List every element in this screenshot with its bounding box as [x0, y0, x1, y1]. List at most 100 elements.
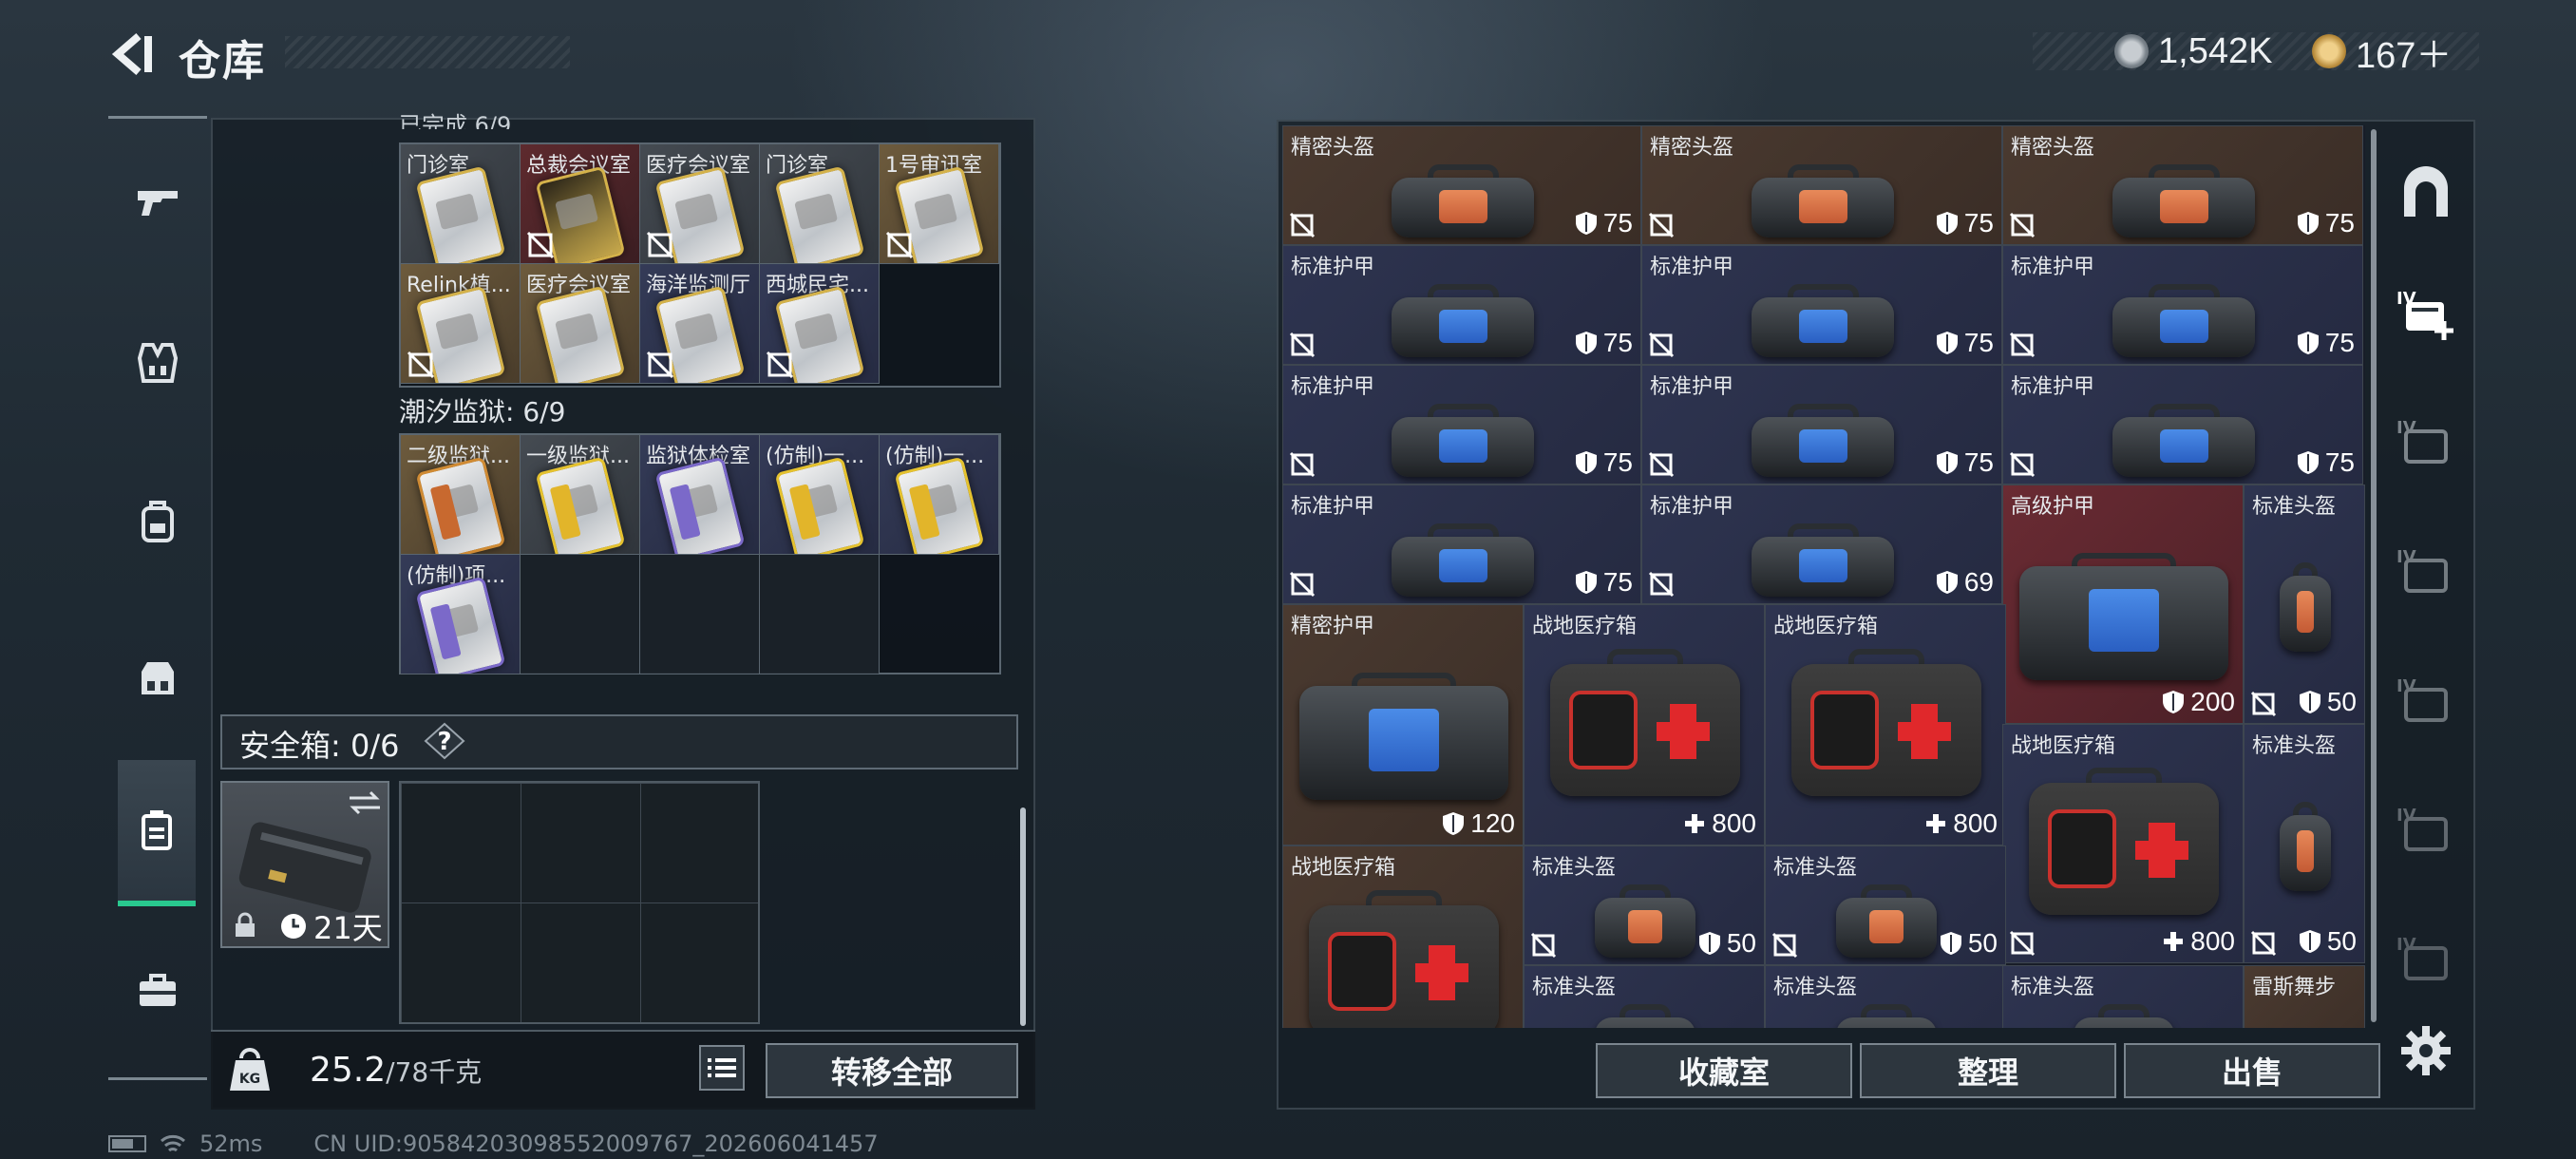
list-view-button[interactable]	[699, 1045, 745, 1091]
item-value-number: 69	[1963, 567, 1994, 597]
durability-shield-icon	[1936, 571, 1958, 594]
keycard-slot[interactable]: 海洋监测厅	[640, 264, 760, 384]
durability-shield-icon	[1575, 332, 1597, 354]
item-value: 75	[1575, 447, 1633, 478]
stash-tab-main[interactable]	[2382, 133, 2470, 251]
stash-item[interactable]: 标准护甲 69	[1641, 484, 2002, 604]
empty-slot[interactable]	[640, 555, 760, 674]
transfer-all-button[interactable]: 转移全部	[766, 1043, 1018, 1098]
durability-shield-icon	[1936, 212, 1958, 235]
stash-item[interactable]: 标准护甲 75	[1641, 365, 2002, 484]
item-value: 75	[1936, 328, 1994, 358]
collection-room-button[interactable]: 收藏室	[1596, 1043, 1852, 1098]
item-value-number: 50	[1967, 928, 1998, 958]
stash-item[interactable]: 雷斯舞步	[2244, 965, 2365, 1028]
keycard-slot[interactable]: (仿制)项...	[401, 555, 521, 674]
nav-armor[interactable]	[118, 323, 198, 403]
help-icon[interactable]: ?	[424, 722, 465, 760]
helmet-icon	[1752, 164, 1894, 243]
stash-tab-6[interactable]: IV	[2382, 642, 2470, 760]
keycard-slot[interactable]: (仿制)一...	[880, 435, 999, 555]
stash-item[interactable]: 战地医疗箱 800	[2002, 724, 2244, 963]
back-button[interactable]	[106, 28, 158, 80]
title-decoration	[285, 36, 570, 68]
stash-tab-8[interactable]: IV	[2382, 901, 2470, 1018]
stash-tab-5[interactable]: IV	[2382, 513, 2470, 631]
left-scrollbar[interactable]	[1020, 808, 1026, 1026]
item-name: 标准护甲	[1291, 375, 1375, 399]
stash-tab-add[interactable]: IV	[2382, 255, 2470, 372]
stash-item[interactable]: 标准头盔 50	[1765, 846, 2006, 965]
stash-item[interactable]: 精密头盔 75	[1282, 125, 1641, 245]
keycard-slot[interactable]: 二级监狱...	[401, 435, 521, 555]
item-value: 75	[2297, 328, 2355, 358]
stash-item[interactable]: 标准护甲 75	[2002, 245, 2363, 365]
keycard-slot[interactable]: 一级监狱...	[521, 435, 640, 555]
item-value-number: 75	[1963, 208, 1994, 238]
safe-box-grid[interactable]	[399, 781, 760, 1024]
helmet-icon	[1392, 164, 1534, 243]
swap-icon[interactable]	[346, 788, 384, 817]
keycard-slot[interactable]: 医疗会议室	[640, 144, 760, 264]
svg-text:?: ?	[437, 728, 451, 756]
keycard-slot[interactable]: Relink植...	[401, 264, 521, 384]
section-title-cut: 已完成 6/9	[399, 112, 512, 129]
empty-slot[interactable]	[521, 555, 640, 674]
stash-item[interactable]: 战地医疗箱	[1282, 846, 1524, 1028]
item-name: 标准头盔	[2252, 734, 2337, 758]
keycard-icon	[654, 456, 746, 554]
no-trade-icon	[407, 351, 435, 379]
settings-gear-icon[interactable]	[2399, 1024, 2453, 1077]
stash-item[interactable]: 精密头盔 75	[2002, 125, 2363, 245]
stash-item[interactable]: 高级护甲 200	[2002, 484, 2244, 724]
item-value: 69	[1936, 567, 1994, 598]
stash-item[interactable]: 标准头盔 50	[2244, 724, 2365, 963]
stash-item[interactable]: 标准头盔	[1765, 965, 2006, 1028]
currency-gold[interactable]: 167＋	[2312, 28, 2452, 76]
durability-shield-icon	[1698, 932, 1720, 955]
keycard-slot[interactable]: 总裁会议室	[521, 144, 640, 264]
vest-icon	[137, 343, 179, 383]
stash-item[interactable]: 标准护甲 75	[2002, 365, 2363, 484]
stash-item[interactable]: 战地医疗箱 800	[1524, 604, 1765, 846]
item-name: 精密头盔	[1291, 136, 1375, 160]
nav-toolbox[interactable]	[118, 950, 198, 1030]
item-name: 标准头盔	[1532, 976, 1617, 999]
stash-item[interactable]: 精密头盔 75	[1641, 125, 2002, 245]
no-trade-icon	[885, 231, 914, 259]
nav-container[interactable]	[118, 760, 196, 906]
empty-slot[interactable]	[760, 555, 880, 674]
organize-button[interactable]: 整理	[1860, 1043, 2116, 1098]
keycard-slot[interactable]: 门诊室	[760, 144, 880, 264]
stash-item[interactable]: 标准护甲 75	[1282, 365, 1641, 484]
keycard-icon	[415, 165, 506, 263]
stash-item[interactable]: 标准头盔	[1524, 965, 1765, 1028]
weight-kg-icon: KG	[230, 1048, 270, 1091]
currency-silver[interactable]: 1,542K	[2114, 28, 2272, 74]
durability-shield-icon	[1936, 332, 1958, 354]
sell-button[interactable]: 出售	[2124, 1043, 2380, 1098]
nav-backpack[interactable]	[118, 481, 198, 560]
nav-rig[interactable]	[118, 638, 198, 718]
keycard-slot[interactable]: 监狱体检室	[640, 435, 760, 555]
stash-item[interactable]: 标准头盔 50	[2244, 484, 2365, 724]
stash-item[interactable]: 精密护甲 120	[1282, 604, 1524, 846]
keycard-slot[interactable]: (仿制)一...	[760, 435, 880, 555]
keycard-slot[interactable]: 医疗会议室	[521, 264, 640, 384]
stash-item[interactable]: 标准护甲 75	[1282, 245, 1641, 365]
keycard-slot[interactable]: 1号审讯室	[880, 144, 999, 264]
stash-item[interactable]: 标准头盔 50	[1524, 846, 1765, 965]
stash-tab-4[interactable]: IV	[2382, 384, 2470, 502]
stash-scrollbar[interactable]	[2371, 129, 2377, 1022]
currency-silver-value: 1,542K	[2158, 30, 2273, 71]
stash-item[interactable]: 战地医疗箱 800	[1765, 604, 2006, 846]
stash-item[interactable]: 标准护甲 75	[1641, 245, 2002, 365]
keycard-slot[interactable]: 门诊室	[401, 144, 521, 264]
item-value: 800	[2162, 926, 2235, 957]
durability-shield-icon	[1936, 451, 1958, 474]
stash-tab-7[interactable]: IV	[2382, 771, 2470, 889]
stash-item[interactable]: 标准头盔	[2002, 965, 2244, 1028]
nav-weapons[interactable]	[118, 162, 198, 241]
stash-item[interactable]: 标准护甲 75	[1282, 484, 1641, 604]
keycard-slot[interactable]: 西城民宅...	[760, 264, 880, 384]
